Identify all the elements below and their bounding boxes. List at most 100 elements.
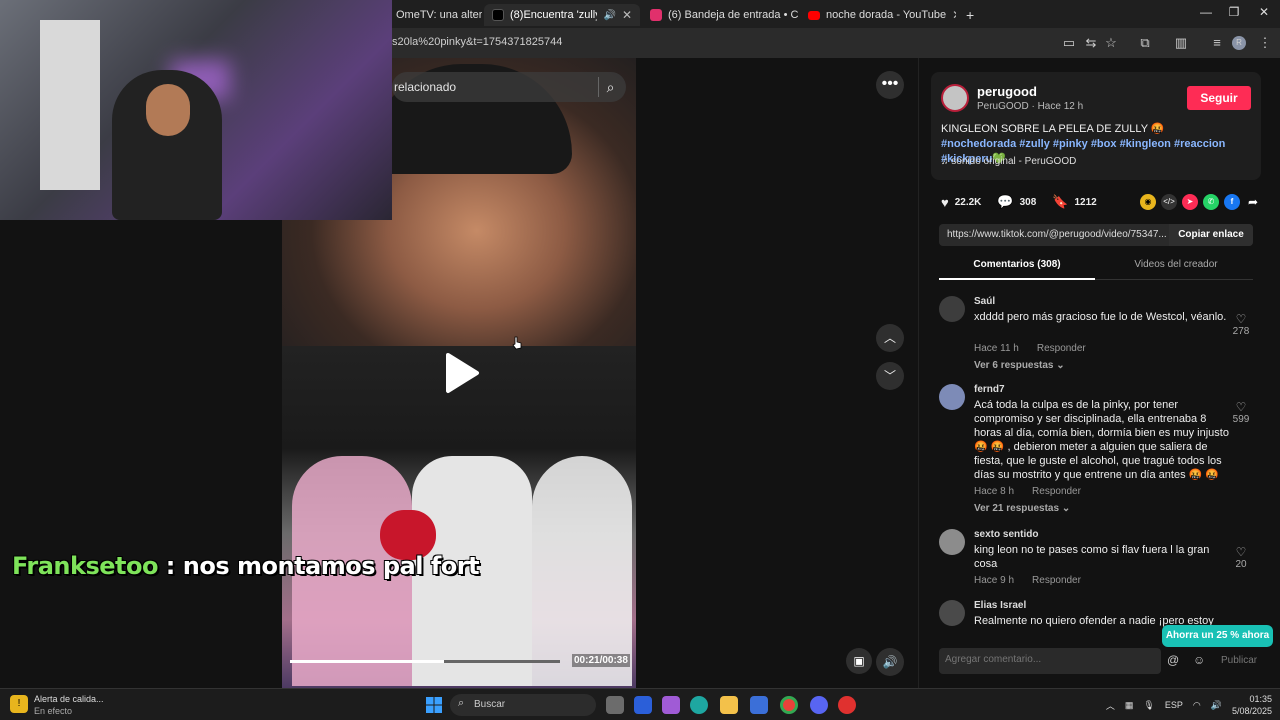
- share-arrow-icon[interactable]: ➦: [1245, 194, 1261, 210]
- sound-link[interactable]: ♫ sonido original - PeruGOOD: [941, 156, 1076, 167]
- store-app-icon[interactable]: [750, 696, 768, 714]
- profile-avatar-icon[interactable]: R: [1232, 36, 1246, 50]
- mini-player-button[interactable]: ▣: [846, 648, 872, 674]
- mention-icon[interactable]: @: [1167, 653, 1179, 667]
- speaker-icon: 🔊: [603, 9, 616, 21]
- copilot-app-icon[interactable]: [662, 696, 680, 714]
- coin-icon[interactable]: ◉: [1140, 194, 1156, 210]
- volume-button[interactable]: 🔊: [876, 648, 904, 676]
- reply-button[interactable]: Responder: [1037, 343, 1086, 354]
- extensions-icon[interactable]: ⧉: [1136, 34, 1154, 52]
- previous-video-button[interactable]: ︿: [876, 324, 904, 352]
- tab-youtube[interactable]: noche dorada - YouTube ✕: [800, 4, 956, 26]
- address-bar-url[interactable]: s20la%20pinky&t=1754371825744: [392, 36, 562, 48]
- taskbar-clock[interactable]: 01:35 5/08/2025: [1232, 693, 1272, 717]
- related-search-box[interactable]: relacionado ⌕: [392, 72, 626, 102]
- minimize-icon[interactable]: —: [1196, 5, 1216, 19]
- hashtag[interactable]: #zully: [1019, 138, 1050, 150]
- creator-avatar[interactable]: [941, 84, 969, 112]
- follow-button[interactable]: Seguir: [1187, 86, 1251, 110]
- panel-tabs: Comentarios (308) Videos del creador: [939, 256, 1253, 280]
- search-icon[interactable]: ⌕: [598, 77, 618, 97]
- taskbar-search[interactable]: ⌕ Buscar: [450, 694, 596, 716]
- reading-list-icon[interactable]: ≡: [1208, 34, 1226, 52]
- discord-app-icon[interactable]: [810, 696, 828, 714]
- tab-ometv[interactable]: OmeTV: una alter: [388, 4, 482, 26]
- facebook-icon[interactable]: f: [1224, 194, 1240, 210]
- comment-like-button[interactable]: ♡ 278: [1229, 312, 1253, 337]
- hashtag[interactable]: #reaccion: [1174, 138, 1225, 150]
- comment-input[interactable]: [945, 654, 1095, 665]
- comment-username[interactable]: Elias Israel: [974, 600, 1026, 611]
- wifi-icon[interactable]: ◠: [1193, 700, 1201, 711]
- hand-cursor-icon: [512, 336, 522, 350]
- promo-banner[interactable]: Ahorra un 25 % ahora: [1162, 625, 1273, 647]
- whiteboard-app-icon[interactable]: [634, 696, 652, 714]
- emoji-icon[interactable]: ☺: [1193, 653, 1205, 667]
- whatsapp-icon[interactable]: ✆: [1203, 194, 1219, 210]
- tiktok-favicon-icon: [492, 9, 504, 21]
- bookmark-star-icon[interactable]: ☆: [1102, 34, 1120, 52]
- like-button[interactable]: ♥ 22.2K: [941, 195, 981, 210]
- tab-comments[interactable]: Comentarios (308): [939, 259, 1095, 280]
- microphone-icon[interactable]: 🎙: [1143, 700, 1154, 711]
- close-tab-icon[interactable]: ✕: [622, 8, 632, 22]
- comment-button[interactable]: 💬 308: [997, 194, 1036, 210]
- save-count: 1212: [1074, 196, 1097, 208]
- play-icon[interactable]: [444, 352, 480, 394]
- video-progress-bar[interactable]: [290, 660, 560, 663]
- chrome-browser-icon[interactable]: [780, 696, 798, 714]
- chevron-down-icon: ﹀: [883, 369, 896, 383]
- comment-username[interactable]: sexto sentido: [974, 529, 1038, 540]
- close-tab-icon[interactable]: ✕: [952, 8, 956, 22]
- reply-button[interactable]: Responder: [1032, 486, 1081, 497]
- send-icon[interactable]: ➤: [1182, 194, 1198, 210]
- task-view-icon[interactable]: [606, 696, 624, 714]
- copy-link-button[interactable]: Copiar enlace: [1169, 224, 1253, 246]
- share-link-text[interactable]: https://www.tiktok.com/@perugood/video/7…: [947, 229, 1167, 240]
- reply-button[interactable]: Responder: [1032, 575, 1081, 586]
- next-video-button[interactable]: ﹀: [876, 362, 904, 390]
- file-explorer-icon[interactable]: [720, 696, 738, 714]
- tab-creator-videos[interactable]: Videos del creador: [1099, 259, 1253, 270]
- network-icon[interactable]: ▦: [1125, 700, 1134, 711]
- windows-start-icon[interactable]: [426, 697, 442, 713]
- edge-browser-icon[interactable]: [690, 696, 708, 714]
- comment-avatar[interactable]: [939, 384, 965, 410]
- language-indicator[interactable]: ESP: [1165, 700, 1183, 710]
- comment-item: fernd7 Acá toda la culpa es de la pinky,…: [939, 384, 1253, 524]
- save-button[interactable]: 🔖 1212: [1052, 194, 1096, 210]
- restore-icon[interactable]: ❐: [1224, 5, 1244, 19]
- comment-like-button[interactable]: ♡ 20: [1229, 545, 1253, 570]
- hashtag[interactable]: #box: [1091, 138, 1117, 150]
- hashtag[interactable]: #nochedorada: [941, 138, 1016, 150]
- comment-meta: Hace 8 h Responder: [974, 486, 1099, 497]
- comment-avatar[interactable]: [939, 600, 965, 626]
- comment-username[interactable]: Saúl: [974, 296, 995, 307]
- comment-username[interactable]: fernd7: [974, 384, 1005, 395]
- tab-instagram[interactable]: (6) Bandeja de entrada • Chats ✕: [642, 4, 798, 26]
- more-options-button[interactable]: •••: [876, 71, 904, 99]
- comment-avatar[interactable]: [939, 529, 965, 555]
- sidebar-icon[interactable]: ▥: [1172, 34, 1190, 52]
- tab-tiktok[interactable]: (8)Encuentra 'zully vs la pin 🔊 ✕: [484, 4, 640, 26]
- hashtag[interactable]: #kingleon: [1120, 138, 1171, 150]
- view-replies-button[interactable]: Ver 21 respuestas ⌄: [974, 503, 1070, 514]
- hashtag[interactable]: #pinky: [1053, 138, 1088, 150]
- comment-like-button[interactable]: ♡ 599: [1229, 400, 1253, 425]
- volume-icon[interactable]: 🔊: [1211, 700, 1222, 711]
- game-app-icon[interactable]: [838, 696, 856, 714]
- translate-icon[interactable]: ⇆: [1082, 34, 1100, 52]
- post-comment-button[interactable]: Publicar: [1221, 655, 1257, 666]
- menu-kebab-icon[interactable]: ⋮: [1256, 34, 1274, 52]
- close-window-icon[interactable]: ✕: [1254, 5, 1274, 19]
- comment-input-box[interactable]: @ ☺: [939, 648, 1205, 674]
- creator-username[interactable]: perugood: [977, 84, 1037, 99]
- new-tab-button[interactable]: +: [958, 4, 980, 26]
- view-replies-button[interactable]: Ver 6 respuestas ⌄: [974, 360, 1065, 371]
- cast-icon[interactable]: ▭: [1060, 34, 1078, 52]
- comment-avatar[interactable]: [939, 296, 965, 322]
- chevron-up-icon[interactable]: ︿: [1106, 699, 1115, 712]
- heart-icon: ♥: [941, 194, 949, 210]
- embed-code-icon[interactable]: </>: [1161, 194, 1177, 210]
